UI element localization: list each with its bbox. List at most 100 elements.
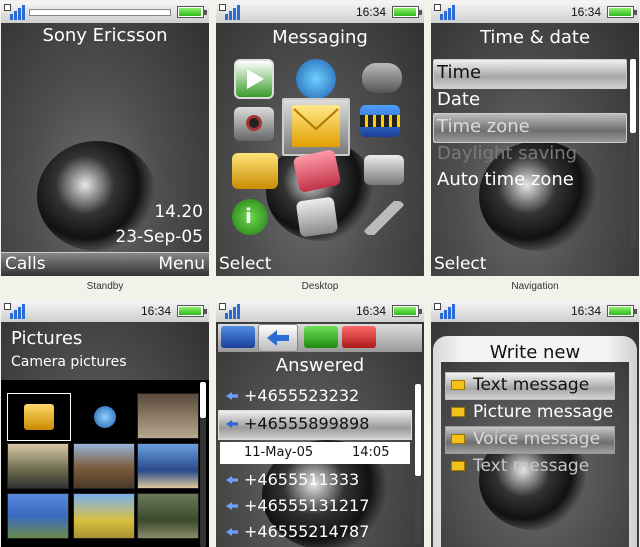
standby-date: 23-Sep-05 bbox=[115, 227, 203, 247]
battery-icon bbox=[607, 305, 637, 317]
scrollbar[interactable] bbox=[415, 384, 421, 544]
standby-screen: Sony Ericsson 14.20 23-Sep-05 Calls Menu bbox=[1, 1, 209, 276]
tab-missed-icon[interactable] bbox=[342, 326, 376, 348]
calls-softkey[interactable]: Calls bbox=[5, 254, 46, 274]
photo-thumbnail[interactable] bbox=[7, 443, 69, 489]
status-clock: 16:34 bbox=[355, 304, 386, 318]
select-softkey[interactable]: Select bbox=[219, 254, 271, 274]
signal-strength-icon bbox=[434, 303, 456, 319]
menu-softkey[interactable]: Menu bbox=[158, 254, 205, 274]
status-clock: 16:34 bbox=[570, 5, 601, 19]
call-entry[interactable]: +4655523232 bbox=[244, 386, 359, 405]
desktop-title: Messaging bbox=[272, 27, 368, 48]
battery-icon bbox=[177, 305, 207, 317]
settings-icon[interactable] bbox=[364, 201, 404, 235]
operator-name: Sony Ericsson bbox=[42, 25, 168, 46]
menu-item-text-message[interactable]: Text message bbox=[473, 375, 589, 395]
text-message-icon bbox=[451, 380, 465, 390]
scrollbar-thumb[interactable] bbox=[415, 384, 421, 476]
photo-thumbnail[interactable] bbox=[137, 493, 199, 539]
camera-icon[interactable] bbox=[234, 107, 274, 141]
games-icon[interactable] bbox=[362, 63, 402, 93]
photo-thumbnail[interactable] bbox=[73, 443, 135, 489]
photo-thumbnail[interactable] bbox=[137, 393, 199, 439]
standby-time: 14.20 bbox=[154, 202, 203, 222]
answered-call-icon bbox=[226, 392, 238, 400]
theme-preview-sheet: Sony Ericsson 14.20 23-Sep-05 Calls Menu… bbox=[0, 0, 640, 547]
tab-answered-icon[interactable] bbox=[258, 324, 298, 352]
battery-icon bbox=[392, 6, 422, 18]
menu-item-picture-message[interactable]: Picture message bbox=[473, 402, 613, 422]
battery-icon bbox=[177, 6, 207, 18]
list-item-time-zone[interactable]: Time zone bbox=[437, 116, 530, 137]
write-new-screen: 16:34 Write new Text message Picture mes… bbox=[431, 300, 639, 547]
globe-thumbnail[interactable] bbox=[73, 393, 135, 439]
desktop-screen: 16:34 Messaging i Select bbox=[216, 1, 424, 276]
battery-icon bbox=[607, 6, 637, 18]
list-item-auto-time-zone[interactable]: Auto time zone bbox=[437, 169, 574, 190]
media-icon[interactable] bbox=[360, 105, 400, 137]
voice-message-icon bbox=[451, 434, 465, 444]
navigation-screen: 16:34 Time & date Time Date Time zone Da… bbox=[431, 1, 639, 276]
answered-call-icon bbox=[226, 476, 238, 484]
scrollbar[interactable] bbox=[200, 382, 206, 547]
scrollbar-thumb[interactable] bbox=[200, 382, 206, 418]
caption-desktop: Desktop bbox=[301, 281, 339, 292]
caption-navigation: Navigation bbox=[511, 281, 559, 292]
status-bar: 16:34 bbox=[216, 300, 424, 322]
signal-strength-icon bbox=[219, 4, 241, 20]
phone-info-icon[interactable]: i bbox=[232, 199, 268, 235]
page-title: Pictures bbox=[11, 328, 83, 349]
call-entry[interactable]: +46555131217 bbox=[244, 496, 369, 515]
status-clock: 16:34 bbox=[570, 304, 601, 318]
picture-message-icon bbox=[451, 407, 465, 417]
answered-call-icon bbox=[226, 528, 238, 536]
menu-item-voice-message[interactable]: Voice message bbox=[473, 429, 600, 449]
photo-thumbnail[interactable] bbox=[7, 493, 69, 539]
page-title: Time & date bbox=[479, 27, 591, 48]
list-item-time[interactable]: Time bbox=[437, 62, 481, 83]
progress-track bbox=[29, 9, 171, 16]
call-entry[interactable]: +46555214787 bbox=[244, 522, 369, 541]
call-list-screen: 16:34 Answered +4655523232 +46555899898 … bbox=[216, 300, 424, 547]
list-item-date[interactable]: Date bbox=[437, 89, 480, 110]
page-title: Answered bbox=[275, 355, 365, 376]
pictures-screen: 16:34 Pictures Camera pictures bbox=[1, 300, 209, 547]
select-softkey[interactable]: Select bbox=[434, 254, 486, 274]
scrollbar-thumb[interactable] bbox=[630, 59, 636, 133]
call-entry[interactable]: +4655511333 bbox=[244, 470, 359, 489]
list-item-daylight-saving[interactable]: Daylight saving bbox=[437, 143, 577, 164]
messaging-icon[interactable] bbox=[292, 105, 340, 147]
radio-icon[interactable] bbox=[364, 155, 404, 185]
internet-icon[interactable] bbox=[234, 59, 274, 99]
scrollbar[interactable] bbox=[630, 59, 636, 247]
status-clock: 16:34 bbox=[140, 304, 171, 318]
photo-thumbnail[interactable] bbox=[137, 443, 199, 489]
web-globe-icon[interactable] bbox=[296, 59, 336, 99]
text-message-icon bbox=[451, 461, 465, 471]
tab-dialled-icon[interactable] bbox=[304, 326, 338, 348]
signal-strength-icon bbox=[4, 303, 26, 319]
call-date: 11-May-05 bbox=[244, 445, 314, 460]
status-bar: 16:34 bbox=[1, 300, 209, 322]
call-time: 14:05 bbox=[352, 445, 390, 460]
caption-standby: Standby bbox=[86, 281, 124, 292]
signal-strength-icon bbox=[4, 4, 26, 20]
battery-icon bbox=[392, 305, 422, 317]
folder-subtitle: Camera pictures bbox=[11, 354, 127, 370]
photo-thumbnail[interactable] bbox=[73, 493, 135, 539]
status-bar: 16:34 bbox=[431, 300, 639, 322]
menu-item-text-message-2[interactable]: Text message bbox=[473, 456, 589, 476]
tab-all-calls-icon[interactable] bbox=[221, 326, 255, 348]
status-bar: 16:34 bbox=[216, 1, 424, 23]
file-manager-icon[interactable] bbox=[232, 153, 278, 189]
signal-strength-icon bbox=[219, 303, 241, 319]
status-clock: 16:34 bbox=[355, 5, 386, 19]
folder-thumbnail[interactable] bbox=[7, 393, 71, 441]
status-bar: 16:34 bbox=[431, 1, 639, 23]
signal-strength-icon bbox=[434, 4, 456, 20]
status-bar bbox=[1, 1, 209, 23]
call-entry-selected[interactable]: +46555899898 bbox=[244, 414, 369, 433]
popup-title: Write new bbox=[489, 342, 581, 363]
organizer-icon[interactable] bbox=[295, 196, 339, 238]
